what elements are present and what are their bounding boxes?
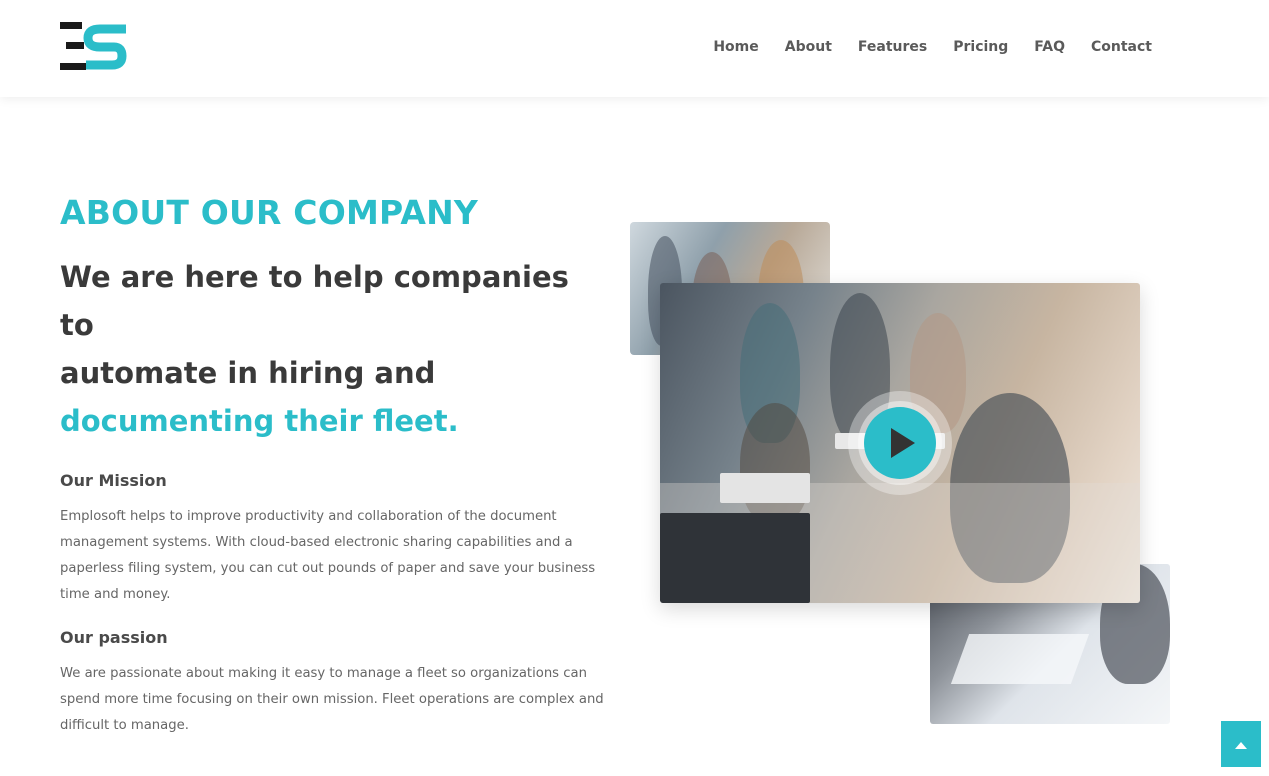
nav-home[interactable]: Home — [713, 38, 758, 56]
nav-faq[interactable]: FAQ — [1034, 38, 1065, 56]
arrow-up-icon — [1235, 742, 1247, 749]
brand-logo[interactable] — [60, 20, 130, 72]
main-nav: Home About Features Pricing FAQ Contact — [687, 38, 1152, 56]
passion-title: Our passion — [60, 628, 168, 647]
about-headline: We are here to help companies to automat… — [60, 253, 605, 445]
mission-text: Emplosoft helps to improve productivity … — [60, 509, 596, 602]
section-eyebrow: ABOUT OUR COMPANY — [60, 193, 479, 232]
back-to-top-button[interactable] — [1221, 721, 1261, 767]
play-video-button[interactable] — [864, 407, 936, 479]
mission-title: Our Mission — [60, 471, 167, 490]
play-icon — [891, 428, 915, 458]
site-header: Home About Features Pricing FAQ Contact — [0, 0, 1269, 97]
headline-accent: documenting their fleet. — [60, 404, 459, 438]
headline-line-1: We are here to help companies to — [60, 260, 569, 342]
nav-contact[interactable]: Contact — [1091, 38, 1152, 56]
passion-text: We are passionate about making it easy t… — [60, 666, 604, 733]
es-logo-icon — [60, 22, 127, 70]
nav-about[interactable]: About — [785, 38, 832, 56]
nav-features[interactable]: Features — [858, 38, 927, 56]
headline-line-2: automate in hiring and — [60, 356, 436, 390]
about-section: ABOUT OUR COMPANY We are here to help co… — [60, 190, 605, 739]
nav-pricing[interactable]: Pricing — [953, 38, 1008, 56]
